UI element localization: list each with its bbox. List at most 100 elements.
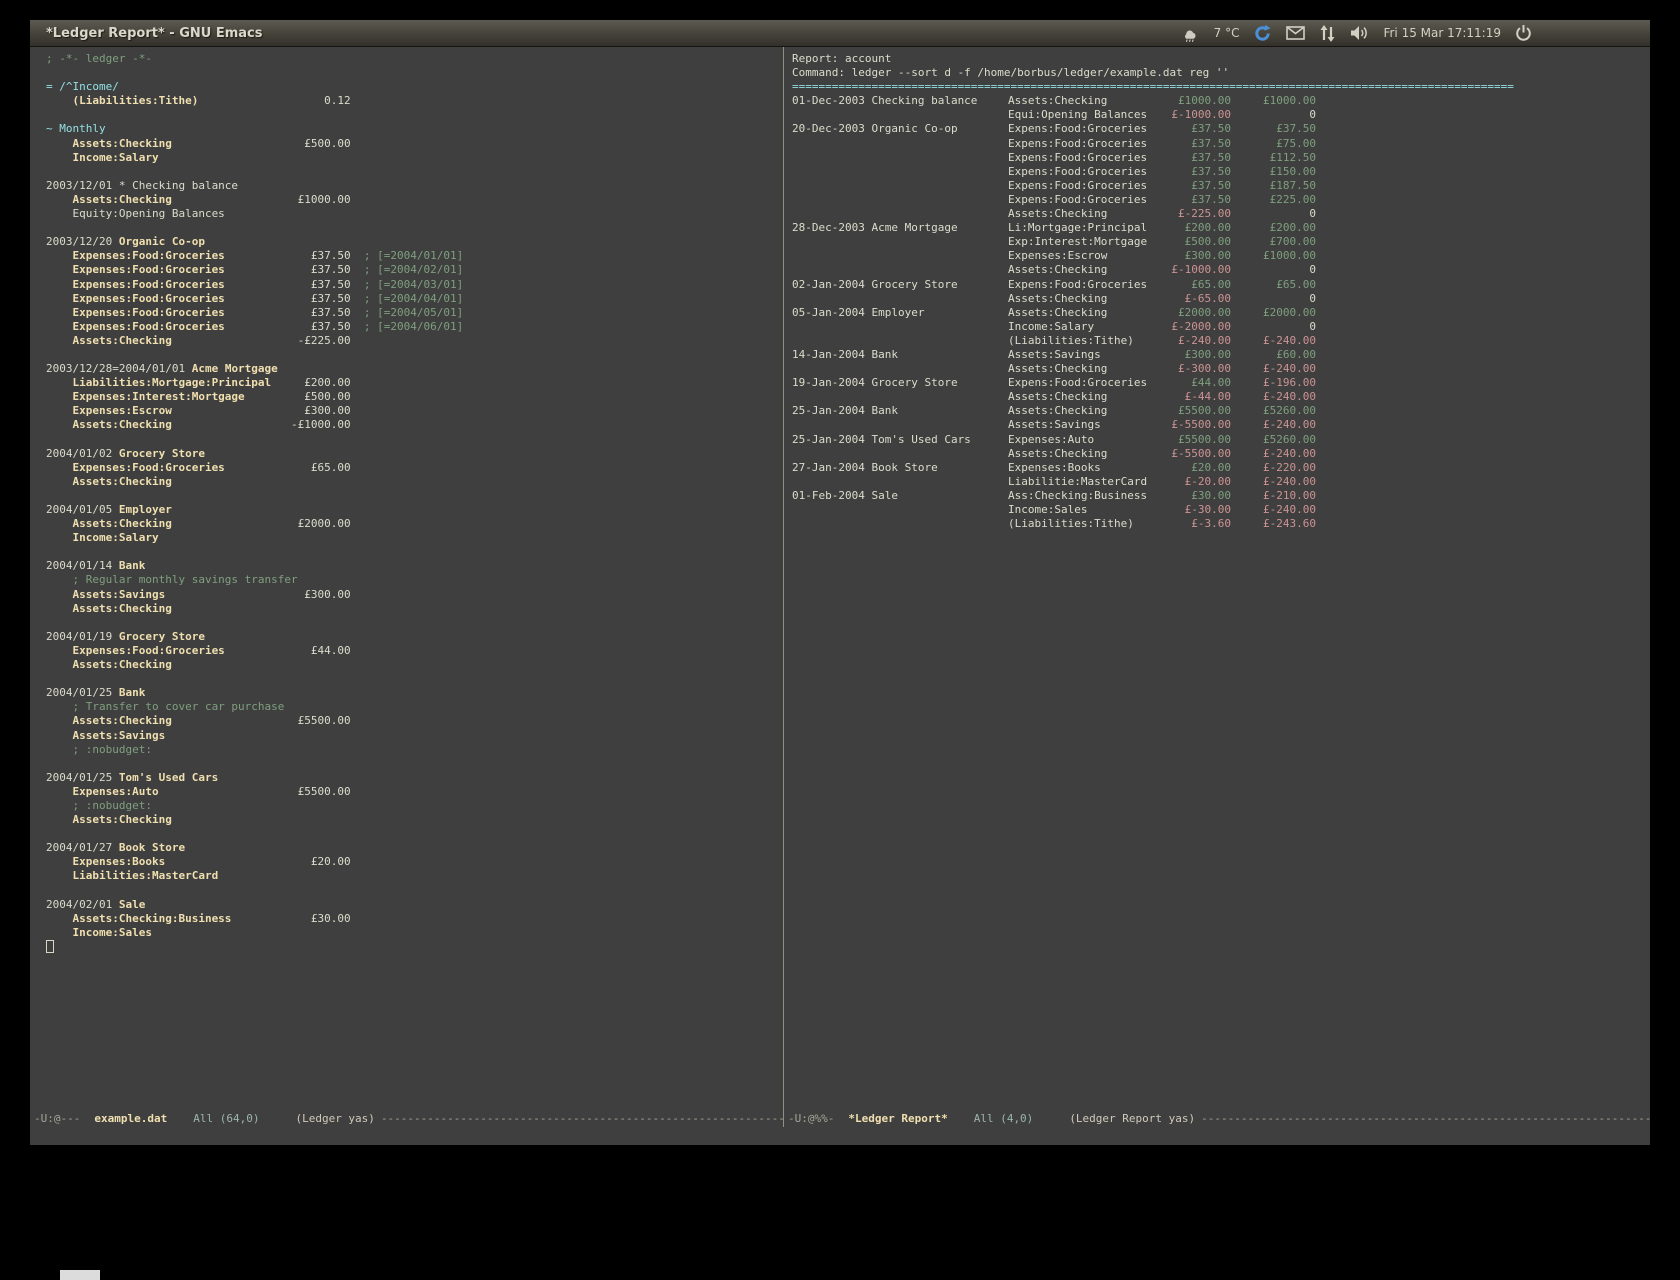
modeline-major-mode[interactable]: (Ledger Report yas) <box>1069 1112 1195 1125</box>
clock-label[interactable]: Fri 15 Mar 17:11:19 <box>1383 26 1501 40</box>
report-account: Expenses:Auto <box>1008 433 1158 447</box>
source-text: Expenses:Food:Groceries <box>46 263 225 276</box>
modeline-dashes: ----------------------------------------… <box>381 1112 783 1125</box>
source-text: -£225.00 <box>172 334 351 347</box>
source-text: 2003/12/01 * Checking balance <box>46 179 238 192</box>
source-buffer[interactable]: ; -*- ledger -*- = /^Income/ (Liabilitie… <box>30 47 783 1110</box>
report-balance: £700.00 <box>1231 235 1316 249</box>
source-text: Expenses:Food:Groceries <box>46 278 225 291</box>
source-line: 2004/01/14 Bank <box>46 559 783 573</box>
report-row: Assets:Checking£-300.00£-240.00 <box>792 362 1650 376</box>
report-balance: £-243.60 <box>1231 517 1316 531</box>
report-date-payee: 02-Jan-2004 Grocery Store <box>792 278 1008 292</box>
titlebar[interactable]: *Ledger Report* - GNU Emacs 7 °C <box>30 20 1650 47</box>
source-line: 2003/12/01 * Checking balance <box>46 179 783 193</box>
source-text: ; :nobudget: <box>46 743 152 756</box>
report-row: Liabilitie:MasterCard£-20.00£-240.00 <box>792 475 1650 489</box>
source-line: Expenses:Food:Groceries £44.00 <box>46 644 783 658</box>
source-line: 2004/01/19 Grocery Store <box>46 630 783 644</box>
source-text: Bank <box>119 559 146 572</box>
refresh-icon[interactable] <box>1253 24 1272 43</box>
source-line <box>46 672 783 686</box>
source-text: 2004/01/05 <box>46 503 119 516</box>
report-account: Income:Sales <box>1008 503 1158 517</box>
source-line: Expenses:Food:Groceries £65.00 <box>46 461 783 475</box>
source-text: 2004/02/01 <box>46 898 119 911</box>
source-text: £37.50 <box>225 320 351 333</box>
source-line <box>46 827 783 841</box>
minibuffer[interactable] <box>30 1127 1650 1145</box>
source-line: Assets:Checking £2000.00 <box>46 517 783 531</box>
weather-icon[interactable] <box>1181 25 1200 42</box>
modeline-buffer-name[interactable]: *Ledger Report* <box>848 1112 947 1125</box>
volume-icon[interactable] <box>1350 25 1369 41</box>
mail-icon[interactable] <box>1286 26 1305 40</box>
report-amount: £-1000.00 <box>1158 263 1231 277</box>
source-line: Expenses:Food:Groceries £37.50 ; [=2004/… <box>46 249 783 263</box>
source-text: Acme Mortgage <box>192 362 278 375</box>
report-row: 25-Jan-2004 BankAssets:Checking£5500.00£… <box>792 404 1650 418</box>
modeline-buffer-name[interactable]: example.dat <box>94 1112 167 1125</box>
network-icon[interactable] <box>1319 25 1336 42</box>
report-row: Expens:Food:Groceries£37.50£150.00 <box>792 165 1650 179</box>
desktop: *Ledger Report* - GNU Emacs 7 °C <box>0 0 1680 1280</box>
report-date-payee: 28-Dec-2003 Acme Mortgage <box>792 221 1008 235</box>
source-line: ; :nobudget: <box>46 799 783 813</box>
source-text: Assets:Checking <box>46 813 172 826</box>
report-date-payee <box>792 362 1008 376</box>
report-balance: 0 <box>1231 320 1316 334</box>
ledger-report-buffer[interactable]: Report: account Command: ledger --sort d… <box>784 47 1650 1110</box>
report-date-payee: 27-Jan-2004 Book Store <box>792 461 1008 475</box>
source-line: Assets:Checking -£225.00 <box>46 334 783 348</box>
report-balance: £-240.00 <box>1231 475 1316 489</box>
source-text: ; -*- ledger -*- <box>46 52 152 65</box>
source-text: (Liabilities:Tithe) <box>46 94 198 107</box>
report-row: 25-Jan-2004 Tom's Used CarsExpenses:Auto… <box>792 433 1650 447</box>
report-row: Income:Sales£-30.00£-240.00 <box>792 503 1650 517</box>
source-text: Grocery Store <box>119 447 205 460</box>
source-text: Bank <box>119 686 146 699</box>
source-line: Expenses:Food:Groceries £37.50 ; [=2004/… <box>46 292 783 306</box>
report-account: Expens:Food:Groceries <box>1008 122 1158 136</box>
report-amount: £37.50 <box>1158 151 1231 165</box>
modeline-major-mode[interactable]: (Ledger yas) <box>295 1112 374 1125</box>
report-date-payee: 25-Jan-2004 Tom's Used Cars <box>792 433 1008 447</box>
source-line: Expenses:Interest:Mortgage £500.00 <box>46 390 783 404</box>
report-row: Expens:Food:Groceries£37.50£187.50 <box>792 179 1650 193</box>
report-row: Assets:Checking£-65.000 <box>792 292 1650 306</box>
report-account: Liabilitie:MasterCard <box>1008 475 1158 489</box>
source-line: (Liabilities:Tithe) 0.12 <box>46 94 783 108</box>
report-balance: £-210.00 <box>1231 489 1316 503</box>
report-account: Expenses:Books <box>1008 461 1158 475</box>
modeline-left[interactable]: -U:@---example.datAll (64,0)(Ledger yas)… <box>30 1110 783 1127</box>
source-text: Sale <box>119 898 146 911</box>
report-balance: £187.50 <box>1231 179 1316 193</box>
source-text: Assets:Checking <box>46 137 172 150</box>
report-account: Assets:Checking <box>1008 94 1158 108</box>
report-balance: £-240.00 <box>1231 390 1316 404</box>
source-text: ; [=2004/01/01] <box>351 249 464 262</box>
source-text: ; Transfer to cover car purchase <box>46 700 284 713</box>
source-text: Income:Sales <box>46 926 152 939</box>
source-text: -£1000.00 <box>172 418 351 431</box>
report-row: Assets:Checking£-44.00£-240.00 <box>792 390 1650 404</box>
source-line: Liabilities:Mortgage:Principal £200.00 <box>46 376 783 390</box>
source-text: £37.50 <box>225 306 351 319</box>
report-balance: £225.00 <box>1231 193 1316 207</box>
source-line: 2004/01/25 Bank <box>46 686 783 700</box>
report-amount: £-5500.00 <box>1158 418 1231 432</box>
source-text: £37.50 <box>225 292 351 305</box>
source-text: £37.50 <box>225 249 351 262</box>
source-line: Income:Sales <box>46 926 783 940</box>
source-text: Tom's Used Cars <box>119 771 218 784</box>
source-line: Expenses:Books £20.00 <box>46 855 783 869</box>
report-amount: £1000.00 <box>1158 94 1231 108</box>
report-row: 27-Jan-2004 Book StoreExpenses:Books£20.… <box>792 461 1650 475</box>
power-icon[interactable] <box>1515 24 1532 42</box>
report-date-payee <box>792 517 1008 531</box>
modeline-right[interactable]: -U:@%%-*Ledger Report*All (4,0)(Ledger R… <box>784 1110 1650 1127</box>
source-line <box>46 545 783 559</box>
source-text: 2004/01/25 <box>46 686 119 699</box>
report-amount: £30.00 <box>1158 489 1231 503</box>
report-date-payee: 05-Jan-2004 Employer <box>792 306 1008 320</box>
